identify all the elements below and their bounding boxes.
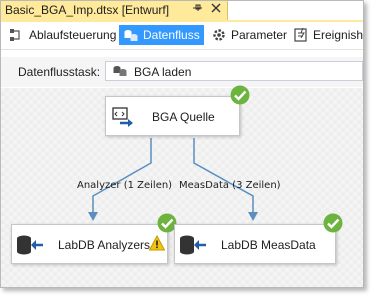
pin-icon[interactable] [191,2,205,18]
designer-tab-bar: Ablaufsteuerung Datenfluss Parameter Ere… [1,23,363,50]
path-right-label[interactable]: MeasData (3 Zeilen) [179,180,281,191]
destination-icon [179,235,207,258]
dest-measdata-component[interactable]: LabDB MeasData [174,224,336,264]
document-tab-strip: Basic_BGA_Imp.dtsx [Entwurf] [1,1,363,22]
warning-icon [148,234,166,254]
tab-control-flow[interactable]: Ablaufsteuerung [9,25,116,45]
path-left-label[interactable]: Analyzer (1 Zeilen) [77,180,172,191]
close-icon[interactable] [209,2,223,18]
document-tab[interactable]: Basic_BGA_Imp.dtsx [Entwurf] [1,1,228,20]
dest-measdata-success-icon [323,213,343,233]
tab-label: Ablaufsteuerung [29,28,117,42]
tab-label: Datenfluss [143,28,200,42]
designer-window: Basic_BGA_Imp.dtsx [Entwurf] Ablaufsteue… [0,0,364,288]
task-selector-row: Datenflusstask: BGA laden [1,57,363,87]
data-flow-icon [123,27,139,43]
tab-label: Parameter [231,28,288,42]
source-icon [112,107,134,130]
task-selector-dropdown[interactable]: BGA laden [105,61,363,81]
document-tab-title: Basic_BGA_Imp.dtsx [Entwurf] [5,3,170,17]
tab-data-flow[interactable]: Datenfluss [119,25,204,45]
task-selector-value: BGA laden [134,65,192,79]
task-selector-label: Datenflusstask: [18,65,101,79]
tab-parameters[interactable]: Parameter [211,25,287,45]
event-handlers-icon [293,27,309,43]
tab-label: Ereignish [313,28,364,42]
tab-event-handlers[interactable]: Ereignish [293,25,363,45]
dest-measdata-label: LabDB MeasData [221,238,316,252]
tab-accent-line [1,20,363,22]
parameters-icon [211,27,227,43]
source-success-icon [230,85,250,105]
data-flow-canvas[interactable]: Analyzer (1 Zeilen) MeasData (3 Zeilen) … [1,85,363,287]
data-flow-task-icon [112,64,128,81]
dest-analyzers-component[interactable]: LabDB Analyzers [11,224,168,264]
source-label: BGA Quelle [152,110,215,124]
dest-analyzers-label: LabDB Analyzers [58,238,151,252]
source-component[interactable]: BGA Quelle [105,96,240,136]
destination-icon [16,235,44,258]
control-flow-icon [9,27,25,43]
